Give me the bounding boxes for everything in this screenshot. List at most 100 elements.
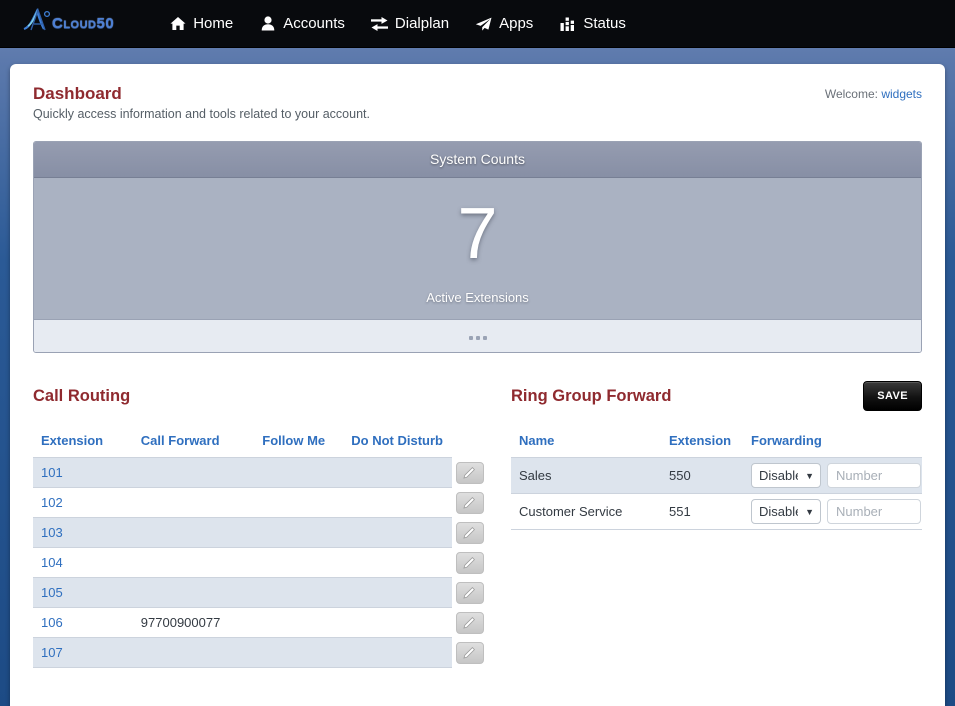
navbar: Cloud50 Home Accounts Dialplan Apps Stat… <box>0 0 955 48</box>
nav-item-status-label: Status <box>583 15 626 32</box>
cell-actions <box>452 518 493 548</box>
col-follow-me: Follow Me <box>254 433 344 458</box>
page-subtitle: Quickly access information and tools rel… <box>33 107 370 121</box>
edit-row-button[interactable] <box>455 641 484 664</box>
cell-follow-me <box>254 457 344 488</box>
pencil-icon <box>463 646 476 659</box>
cell-extension: 104 <box>33 547 133 578</box>
table-row: 105 <box>33 577 493 608</box>
col-extension: Extension <box>33 433 133 458</box>
edit-row-button[interactable] <box>455 491 484 514</box>
cell-extension: 550 <box>661 457 743 494</box>
table-row: 103 <box>33 517 493 548</box>
nav-item-dialplan-label: Dialplan <box>394 15 450 32</box>
nav-item-dialplan[interactable]: Dialplan <box>358 0 462 48</box>
dashboard-columns: Call Routing Extension Call Forward Foll… <box>33 381 922 668</box>
edit-row-button[interactable] <box>455 551 484 574</box>
cell-follow-me <box>254 637 344 668</box>
cell-extension: 102 <box>33 487 133 518</box>
cell-do-not-disturb <box>343 517 452 548</box>
cell-follow-me <box>254 607 344 638</box>
cell-forwarding: Disabled ▼ <box>743 493 922 530</box>
edit-row-button[interactable] <box>455 461 484 484</box>
cell-extension: 107 <box>33 637 133 668</box>
widget-footer-toggle[interactable] <box>34 319 921 352</box>
content-panel: Dashboard Quickly access information and… <box>10 64 945 706</box>
cell-call-forward <box>132 517 255 548</box>
home-icon <box>169 16 186 32</box>
widget-title: System Counts <box>34 142 921 178</box>
call-routing-title: Call Routing <box>33 386 131 405</box>
table-row: 104 <box>33 547 493 578</box>
exchange-arrows-icon <box>370 16 388 32</box>
system-counts-widget: System Counts 7 Active Extensions <box>33 141 922 353</box>
cell-call-forward <box>132 577 255 608</box>
cell-call-forward <box>132 457 255 488</box>
welcome-prefix: Welcome: <box>824 87 882 101</box>
page-title: Dashboard <box>33 84 122 103</box>
bar-chart-icon <box>559 16 576 32</box>
ring-group-table: Name Extension Forwarding Sales 550 Disa… <box>511 433 922 530</box>
cell-extension: 551 <box>661 493 743 530</box>
nav-items: Home Accounts Dialplan Apps Status <box>156 0 639 48</box>
cell-forwarding: Disabled ▼ <box>743 457 922 494</box>
edit-row-button[interactable] <box>455 611 484 634</box>
cell-call-forward <box>132 547 255 578</box>
cell-actions <box>452 548 493 578</box>
nav-item-home[interactable]: Home <box>156 0 246 48</box>
nav-item-status[interactable]: Status <box>546 0 639 48</box>
ring-group-title: Ring Group Forward <box>511 386 672 405</box>
cell-do-not-disturb <box>343 457 452 488</box>
table-header-row: Name Extension Forwarding <box>511 433 922 458</box>
widget-body: 7 Active Extensions <box>34 178 921 319</box>
col-call-forward: Call Forward <box>132 433 255 458</box>
table-header-row: Extension Call Forward Follow Me Do Not … <box>33 433 493 458</box>
nav-item-home-label: Home <box>193 15 234 32</box>
cell-call-forward <box>132 637 255 668</box>
brand-logo[interactable]: Cloud50 <box>22 7 114 40</box>
edit-row-button[interactable] <box>455 521 484 544</box>
wave-a-logo-icon <box>22 7 56 40</box>
table-row: 106 97700900077 <box>33 607 493 638</box>
user-icon <box>259 16 276 32</box>
nav-item-accounts-label: Accounts <box>283 15 345 32</box>
cell-call-forward <box>132 487 255 518</box>
table-row: Customer Service 551 Disabled ▼ <box>511 493 922 530</box>
widget-count-label: Active Extensions <box>426 290 529 305</box>
paper-plane-icon <box>475 16 492 32</box>
cell-actions <box>452 578 493 608</box>
table-row: Sales 550 Disabled ▼ <box>511 457 922 494</box>
cell-actions <box>452 488 493 518</box>
ellipsis-icon <box>468 336 487 340</box>
welcome-user-link[interactable]: widgets <box>881 87 922 101</box>
forwarding-select-wrap: Disabled ▼ <box>751 499 821 524</box>
cell-do-not-disturb <box>343 487 452 518</box>
cell-actions <box>452 608 493 638</box>
cell-follow-me <box>254 577 344 608</box>
cell-extension: 101 <box>33 457 133 488</box>
widget-count-value: 7 <box>457 194 498 274</box>
call-routing-table: Extension Call Forward Follow Me Do Not … <box>33 433 493 668</box>
forwarding-select[interactable]: Disabled <box>751 499 821 524</box>
cell-actions <box>452 638 493 668</box>
nav-item-apps[interactable]: Apps <box>462 0 546 48</box>
cell-do-not-disturb <box>343 637 452 668</box>
cell-extension: 103 <box>33 517 133 548</box>
save-button[interactable]: SAVE <box>863 381 922 411</box>
edit-row-button[interactable] <box>455 581 484 604</box>
table-row: 102 <box>33 487 493 518</box>
pencil-icon <box>463 586 476 599</box>
cell-name: Customer Service <box>511 493 661 530</box>
forwarding-number-input[interactable] <box>827 499 921 524</box>
pencil-icon <box>463 496 476 509</box>
forwarding-number-input[interactable] <box>827 463 921 488</box>
welcome-text: Welcome: widgets <box>825 84 922 101</box>
page-header: Dashboard Quickly access information and… <box>33 84 922 121</box>
forwarding-select[interactable]: Disabled <box>751 463 821 488</box>
table-row: 101 <box>33 457 493 488</box>
col-forwarding: Forwarding <box>743 433 922 458</box>
cell-do-not-disturb <box>343 577 452 608</box>
nav-item-accounts[interactable]: Accounts <box>246 0 358 48</box>
pencil-icon <box>463 526 476 539</box>
col-actions <box>452 433 493 458</box>
